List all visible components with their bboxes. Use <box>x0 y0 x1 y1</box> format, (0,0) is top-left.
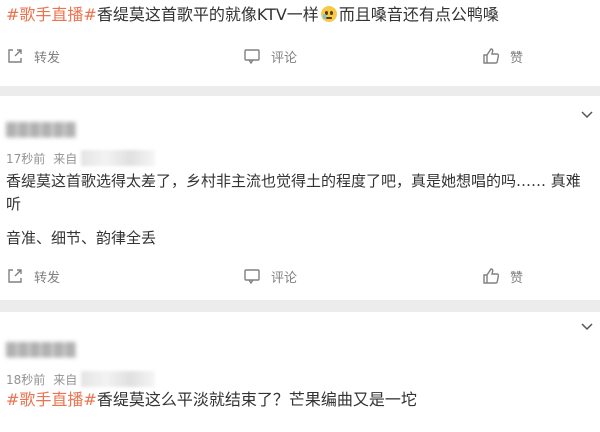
hashtag-link[interactable]: #歌手直播# <box>6 5 97 24</box>
comment-card: ▒▒▒▒▒▒ 17秒前 来自 香缇莫这首歌选得太差了，乡村非主流也觉得土的程度了… <box>0 96 600 300</box>
comment-icon <box>244 49 260 65</box>
like-button[interactable]: 赞 <box>482 262 523 290</box>
like-label: 赞 <box>510 50 524 66</box>
like-button[interactable]: 赞 <box>482 42 523 70</box>
source-blurred <box>81 150 156 166</box>
repost-button[interactable]: 转发 <box>6 262 60 290</box>
username-blurred[interactable]: ▒▒▒▒▒▒ <box>6 122 92 144</box>
crying-face-icon <box>320 6 337 22</box>
repost-button[interactable]: 转发 <box>6 42 60 70</box>
comment-meta: 17秒前 来自 <box>6 149 156 167</box>
comment-text-line: 音准、细节、韵律全丢 <box>6 229 157 247</box>
post-text: #歌手直播#香缇莫这首歌平的就像KTV一样 而且嗓音还有点公鸭嗓 <box>6 4 499 26</box>
source-blurred <box>81 371 156 387</box>
comment-text-body: 香缇莫这么平淡就结束了？芒果编曲又是一坨 <box>96 390 417 409</box>
comment-icon <box>244 269 260 285</box>
username-blurred[interactable]: ▒▒▒▒▒▒ <box>6 342 92 364</box>
comment-text-line: 香缇莫这首歌选得太差了，乡村非主流也觉得土的程度了吧，真是她想唱的吗…… 真难 <box>6 172 581 190</box>
source-label: 来自 <box>53 151 78 166</box>
comment-card: ▒▒▒▒▒▒ 18秒前 来自 #歌手直播#香缇莫这么平淡就结束了？芒果编曲又是一… <box>0 312 600 432</box>
hashtag-link[interactable]: #歌手直播# <box>6 390 97 409</box>
comment-label: 评论 <box>271 50 298 66</box>
comment-action-bar: 转发 评论 赞 <box>0 262 600 290</box>
repost-label: 转发 <box>34 50 61 66</box>
like-label: 赞 <box>510 270 524 286</box>
thumbs-up-icon <box>483 268 500 284</box>
chevron-down-icon[interactable] <box>580 322 594 332</box>
comment-button[interactable]: 评论 <box>243 42 297 70</box>
user-row: ▒▒▒▒▒▒ <box>6 122 594 144</box>
comment-text-line: 听 <box>6 195 22 213</box>
post-text-part-1: 香缇莫这首歌平的就像KTV一样 <box>96 5 319 24</box>
comment-button[interactable]: 评论 <box>243 262 297 290</box>
repost-label: 转发 <box>34 270 61 286</box>
thumbs-up-icon <box>483 48 500 64</box>
comment-text: #歌手直播#香缇莫这么平淡就结束了？芒果编曲又是一坨 <box>6 389 417 411</box>
user-row: ▒▒▒▒▒▒ <box>6 342 594 364</box>
post-action-bar: 转发 评论 赞 <box>0 42 600 70</box>
comment-meta: 18秒前 来自 <box>6 370 156 388</box>
source-label: 来自 <box>53 372 78 387</box>
repost-icon <box>8 269 22 283</box>
chevron-down-icon[interactable] <box>580 110 594 120</box>
post-card: #歌手直播#香缇莫这首歌平的就像KTV一样 而且嗓音还有点公鸭嗓 转发 评论 赞 <box>0 0 600 86</box>
post-text-part-2: 而且嗓音还有点公鸭嗓 <box>338 5 499 24</box>
comment-label: 评论 <box>271 270 298 286</box>
timestamp: 18秒前 <box>6 372 46 387</box>
timestamp: 17秒前 <box>6 151 46 166</box>
repost-icon <box>8 49 22 63</box>
